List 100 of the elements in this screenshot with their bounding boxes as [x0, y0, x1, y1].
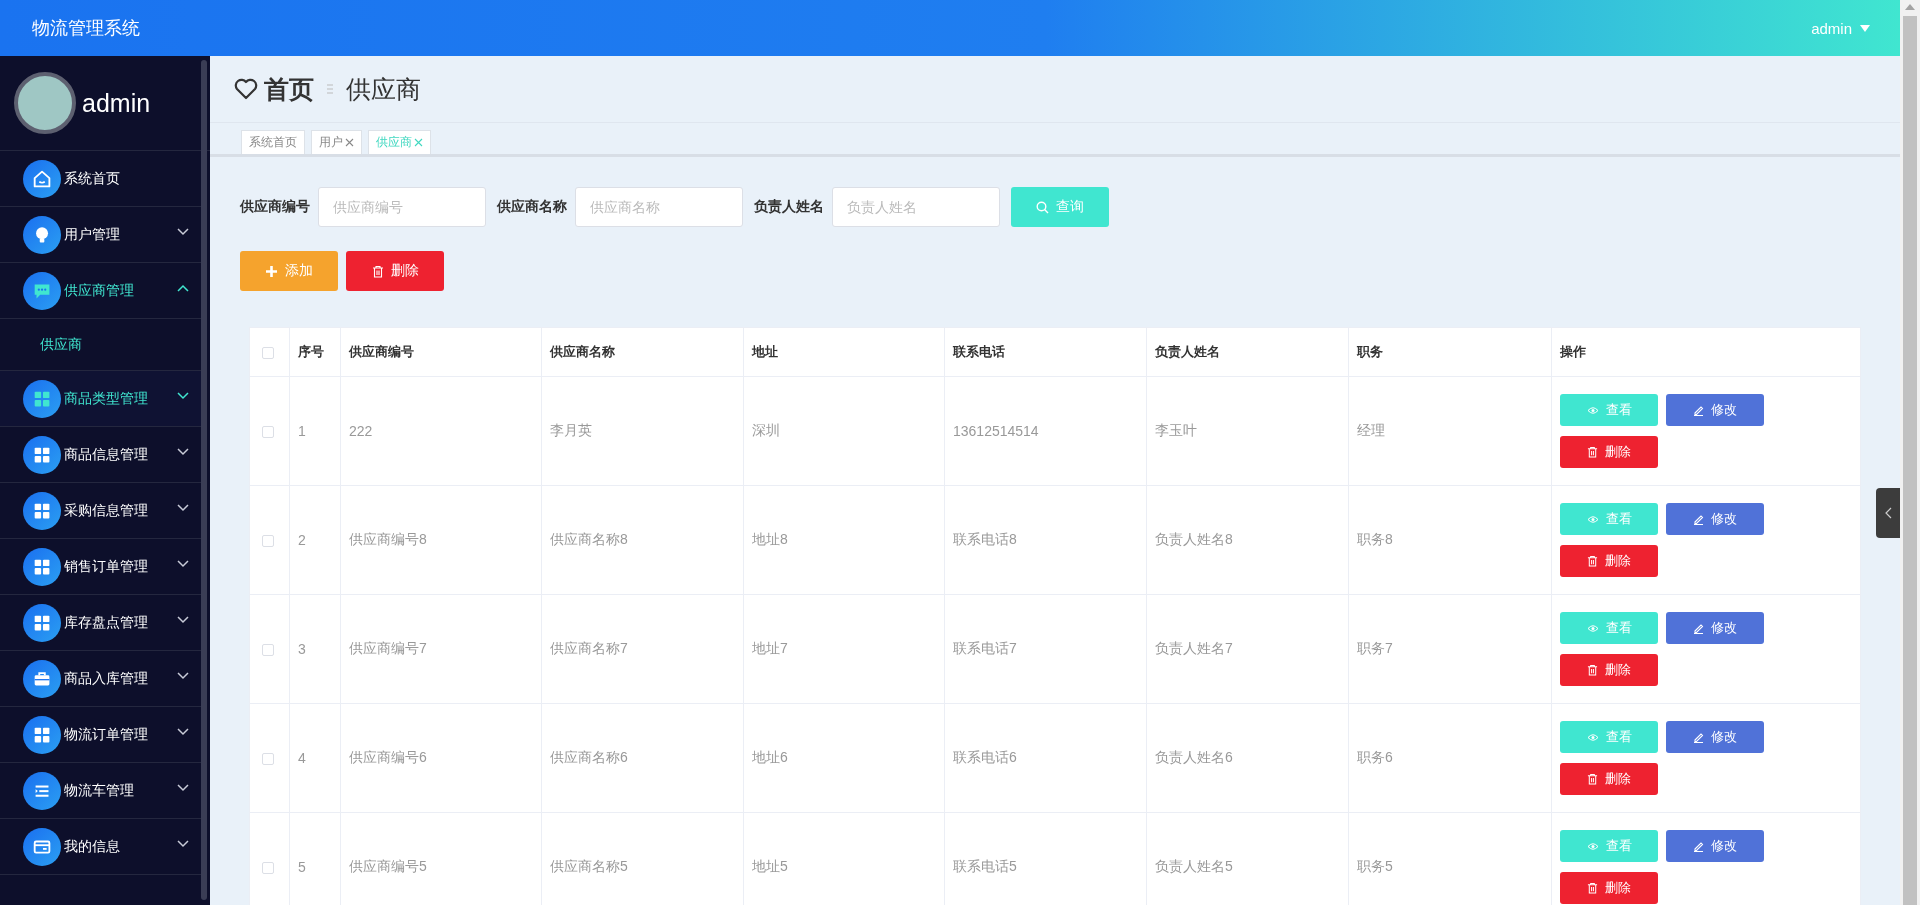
scrollbar[interactable]: [1900, 0, 1920, 905]
table-cell: 4: [298, 750, 306, 766]
delete-button[interactable]: 删除: [1560, 872, 1658, 904]
trash-icon: [1587, 446, 1598, 458]
input-field[interactable]: 供应商名称: [575, 187, 743, 227]
app-title: 物流管理系统: [32, 17, 140, 40]
table-cell: 负责人姓名8: [1155, 531, 1233, 547]
table-cell: 供应商名称8: [550, 531, 628, 547]
table-cell: 1: [298, 423, 306, 439]
grid-icon: [23, 547, 61, 586]
table-cell: 供应商编号7: [349, 640, 427, 656]
scrollbar[interactable]: [201, 60, 207, 900]
delete-button[interactable]: 删除: [1560, 763, 1658, 795]
table-cell: 供应商编号5: [349, 858, 427, 874]
grid-icon: [23, 715, 61, 754]
menu-item[interactable]: 采购信息管理: [0, 483, 202, 539]
eye-icon: [1586, 732, 1599, 742]
menu-item[interactable]: 商品信息管理: [0, 427, 202, 483]
collapse-toggle[interactable]: [1876, 488, 1900, 538]
scroll-up-icon[interactable]: [1905, 4, 1915, 10]
page-tab[interactable]: 用户: [311, 130, 362, 154]
pencil-icon: [1693, 731, 1704, 743]
menu-item[interactable]: 商品类型管理: [0, 371, 202, 427]
trash-icon: [371, 264, 384, 278]
menu-item[interactable]: 商品入库管理: [0, 651, 202, 707]
edit-button[interactable]: 修改: [1666, 612, 1764, 644]
checkbox[interactable]: [262, 644, 274, 657]
breadcrumb-link[interactable]: 首页: [264, 72, 314, 106]
table-cell: 供应商名称5: [550, 858, 628, 874]
table-cell: 联系电话5: [953, 858, 1017, 874]
table-cell: 13612514514: [953, 423, 1039, 439]
menu-item[interactable]: 库存盘点管理: [0, 595, 202, 651]
table-cell: 深圳: [752, 422, 780, 438]
edit-button[interactable]: 修改: [1666, 721, 1764, 753]
table-cell: 负责人姓名6: [1155, 749, 1233, 765]
pencil-icon: [1693, 622, 1704, 634]
checkbox[interactable]: [262, 862, 274, 875]
chevron-left-icon: [1884, 507, 1892, 519]
separator-icon: [326, 82, 334, 96]
plus-icon: [265, 264, 278, 278]
table-cell: 联系电话7: [953, 640, 1017, 656]
column-header: 职务: [1357, 344, 1383, 359]
table-cell: 供应商编号6: [349, 749, 427, 765]
delete-button[interactable]: 删除: [1560, 436, 1658, 468]
trash-icon: [1587, 773, 1598, 785]
table-cell: 2: [298, 532, 306, 548]
edit-button[interactable]: 修改: [1666, 394, 1764, 426]
table-cell: 地址8: [752, 531, 788, 547]
menu-item[interactable]: 物流车管理: [0, 763, 202, 819]
edit-button[interactable]: 修改: [1666, 830, 1764, 862]
pencil-icon: [1693, 513, 1704, 525]
breadcrumb-current: 供应商: [346, 73, 421, 105]
column-header: 操作: [1560, 344, 1586, 359]
table-cell: 职务6: [1357, 749, 1393, 765]
delete-button[interactable]: 删除: [1560, 545, 1658, 577]
eye-icon: [1586, 514, 1599, 524]
column-header: 序号: [298, 344, 324, 359]
menu-item[interactable]: 物流订单管理: [0, 707, 202, 763]
table-cell: 供应商名称6: [550, 749, 628, 765]
table-cell: 5: [298, 859, 306, 875]
checkbox[interactable]: [262, 753, 274, 766]
menu-item[interactable]: 我的信息: [0, 819, 202, 875]
pencil-icon: [1693, 404, 1704, 416]
checkbox[interactable]: [262, 347, 274, 360]
table-cell: 李月英: [550, 422, 592, 438]
table-cell: 供应商名称7: [550, 640, 628, 656]
table-cell: 负责人姓名7: [1155, 640, 1233, 656]
page-tab[interactable]: 系统首页: [241, 130, 305, 154]
pencil-icon: [1693, 840, 1704, 852]
column-header: 供应商名称: [550, 344, 615, 359]
delete-button[interactable]: 删除: [1560, 654, 1658, 686]
menu-item[interactable]: 系统首页: [0, 151, 202, 207]
column-header: 供应商编号: [349, 344, 414, 359]
field-label: 供应商编号: [240, 198, 310, 216]
table-cell: 地址6: [752, 749, 788, 765]
delete-button[interactable]: 删除: [346, 251, 444, 291]
field-label: 负责人姓名: [754, 198, 824, 216]
trash-icon: [1587, 882, 1598, 894]
user-name: admin: [82, 88, 151, 118]
close-icon[interactable]: [345, 138, 354, 147]
edit-button[interactable]: 修改: [1666, 503, 1764, 535]
table-cell: 经理: [1357, 422, 1385, 438]
grid-icon: [23, 603, 61, 642]
menu-item[interactable]: 销售订单管理: [0, 539, 202, 595]
close-icon[interactable]: [414, 138, 423, 147]
house-icon: [23, 159, 61, 198]
checkbox[interactable]: [262, 535, 274, 548]
table-cell: 地址5: [752, 858, 788, 874]
table-cell: 职务8: [1357, 531, 1393, 547]
table-cell: 李玉叶: [1155, 422, 1197, 438]
grid-icon: [23, 491, 61, 530]
search-icon: [1036, 200, 1049, 214]
checkbox[interactable]: [262, 426, 274, 439]
input-field[interactable]: 负责人姓名: [832, 187, 1000, 227]
grid-icon: [23, 435, 61, 474]
table-cell: 联系电话8: [953, 531, 1017, 547]
menu-item[interactable]: 供应商管理: [0, 263, 202, 319]
menu-item[interactable]: 用户管理: [0, 207, 202, 263]
input-field[interactable]: 供应商编号: [318, 187, 486, 227]
eye-icon: [1586, 841, 1599, 851]
